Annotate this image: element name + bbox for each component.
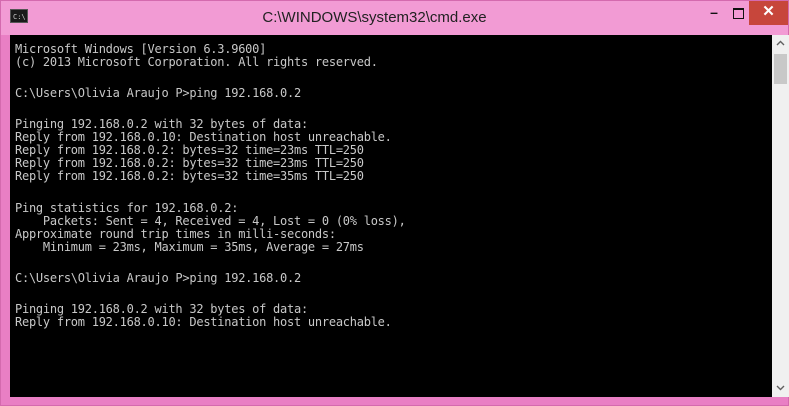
scroll-up-button[interactable]: [772, 35, 789, 52]
console-line: Reply from 192.168.0.2: bytes=32 time=23…: [15, 143, 364, 157]
up-arrow-icon: [776, 40, 785, 46]
close-button[interactable]: ✕: [749, 1, 788, 25]
console-line: Approximate round trip times in milli-se…: [15, 227, 336, 241]
maximize-button[interactable]: [727, 1, 749, 25]
console-line: Reply from 192.168.0.2: bytes=32 time=35…: [15, 169, 364, 183]
console-output[interactable]: Microsoft Windows [Version 6.3.9600] (c)…: [10, 35, 772, 397]
minimize-button[interactable]: –: [701, 1, 727, 25]
scroll-down-button[interactable]: [772, 380, 789, 397]
maximize-icon: [732, 8, 744, 19]
console-line: Pinging 192.168.0.2 with 32 bytes of dat…: [15, 302, 308, 316]
console-line: Reply from 192.168.0.10: Destination hos…: [15, 315, 392, 329]
console-line: Minimum = 23ms, Maximum = 35ms, Average …: [15, 240, 364, 254]
vertical-scrollbar[interactable]: [772, 35, 789, 397]
console-line: C:\Users\Olivia Araujo P>ping 192.168.0.…: [15, 86, 301, 100]
console-line: Packets: Sent = 4, Received = 4, Lost = …: [15, 214, 406, 228]
console-line: Microsoft Windows [Version 6.3.9600]: [15, 42, 267, 56]
cmd-window: C:\ C:\WINDOWS\system32\cmd.exe – ✕ Micr…: [0, 0, 789, 406]
console-line: Reply from 192.168.0.2: bytes=32 time=23…: [15, 156, 364, 170]
console-line: Pinging 192.168.0.2 with 32 bytes of dat…: [15, 117, 308, 131]
console-line: C:\Users\Olivia Araujo P>ping 192.168.0.…: [15, 271, 301, 285]
window-title: C:\WINDOWS\system32\cmd.exe: [262, 9, 487, 26]
title-bar[interactable]: C:\ C:\WINDOWS\system32\cmd.exe – ✕: [1, 1, 788, 35]
console-line: Reply from 192.168.0.10: Destination hos…: [15, 130, 392, 144]
down-arrow-icon: [776, 385, 785, 391]
scrollbar-thumb[interactable]: [774, 54, 787, 84]
console-line: (c) 2013 Microsoft Corporation. All righ…: [15, 55, 378, 69]
console-line: Ping statistics for 192.168.0.2:: [15, 201, 239, 215]
